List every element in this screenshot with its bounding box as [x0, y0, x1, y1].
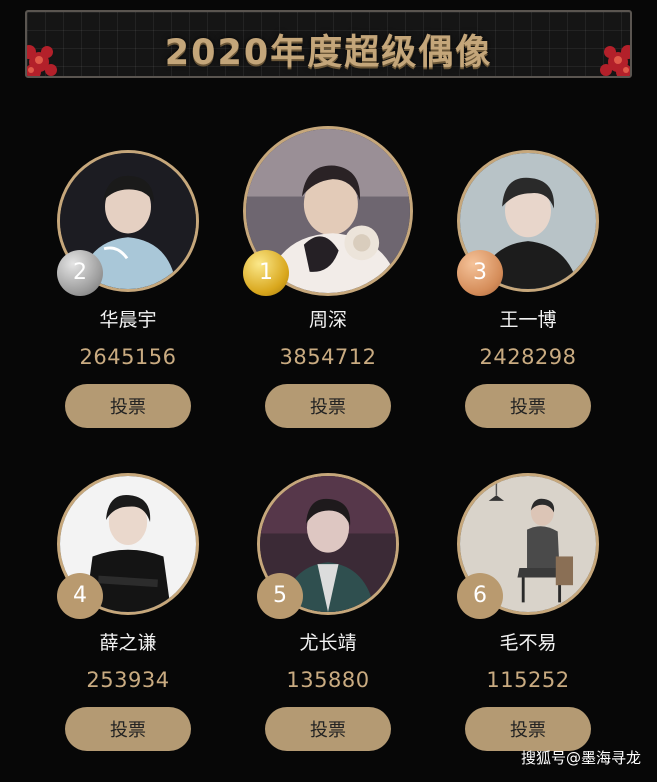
idol-name: 王一博 — [499, 309, 557, 331]
vote-count: 115252 — [486, 668, 570, 692]
idol-card: 2 华晨宇 2645156 投票 — [28, 150, 228, 450]
watermark: 搜狐号@墨海寻龙 — [520, 749, 641, 767]
idol-name: 尤长靖 — [299, 632, 357, 654]
idol-card: 3 王一博 2428298 投票 — [428, 150, 628, 450]
idol-name: 毛不易 — [499, 632, 557, 654]
idol-name: 薛之谦 — [99, 632, 157, 654]
vote-count: 3854712 — [279, 345, 377, 369]
vote-count: 253934 — [86, 668, 170, 692]
avatar-container: 4 — [57, 473, 199, 619]
idol-card: 6 毛不易 115252 投票 — [428, 473, 628, 773]
vote-button[interactable]: 投票 — [465, 707, 591, 751]
avatar-container: 3 — [457, 150, 599, 296]
vote-button[interactable]: 投票 — [265, 384, 391, 428]
vote-count: 2645156 — [79, 345, 177, 369]
idol-name: 华晨宇 — [99, 309, 157, 331]
rank-badge: 5 — [257, 573, 303, 619]
avatar-container: 1 — [243, 126, 413, 296]
idol-card: 5 尤长靖 135880 投票 — [228, 473, 428, 773]
rank-badge: 3 — [457, 250, 503, 296]
idol-name: 周深 — [308, 309, 347, 331]
avatar-container: 5 — [257, 473, 399, 619]
rank-badge: 6 — [457, 573, 503, 619]
banner-title: 2020年度超级偶像 — [164, 33, 493, 73]
rank-badge: 4 — [57, 573, 103, 619]
title-banner: 2020年度超级偶像 — [25, 10, 632, 78]
rank-badge: 1 — [243, 250, 289, 296]
red-flower-decoration-icon — [600, 45, 630, 76]
vote-button[interactable]: 投票 — [65, 384, 191, 428]
vote-button[interactable]: 投票 — [265, 707, 391, 751]
avatar-container: 2 — [57, 150, 199, 296]
vote-count: 2428298 — [479, 345, 577, 369]
idol-card: 4 薛之谦 253934 投票 — [28, 473, 228, 773]
idol-card: 1 周深 3854712 投票 — [228, 126, 428, 450]
vote-count: 135880 — [286, 668, 370, 692]
vote-button[interactable]: 投票 — [465, 384, 591, 428]
vote-button[interactable]: 投票 — [65, 707, 191, 751]
rank-badge: 2 — [57, 250, 103, 296]
avatar-container: 6 — [457, 473, 599, 619]
